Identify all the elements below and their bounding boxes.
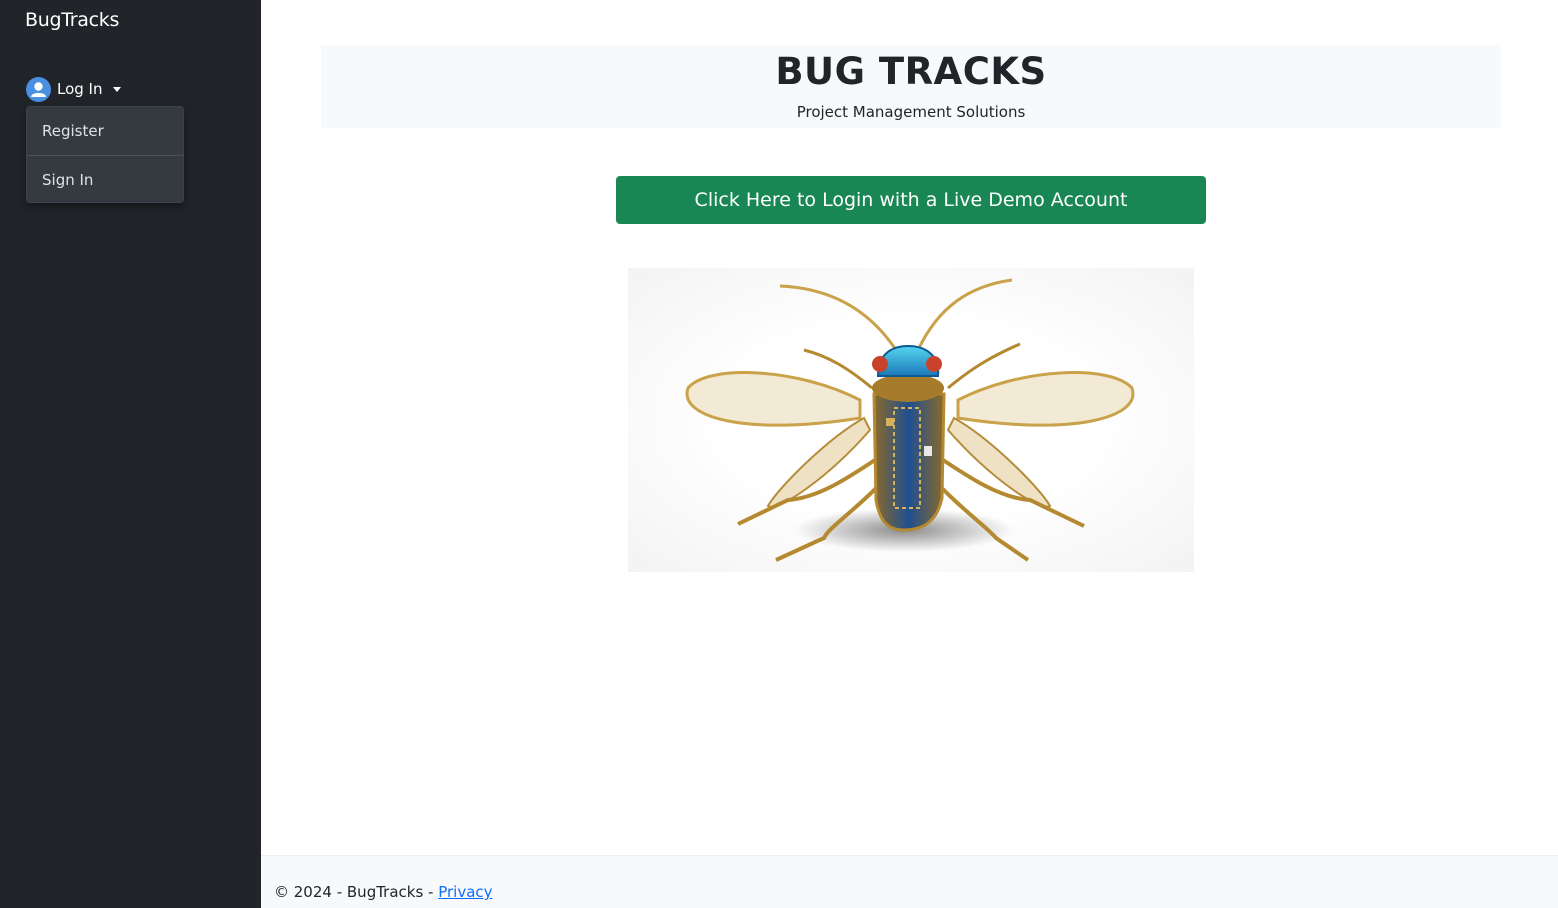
sidebar: BugTracks Log In Register Sign In <box>0 0 261 908</box>
brand-link[interactable]: BugTracks <box>25 9 119 31</box>
robot-bug-illustration <box>685 278 1135 562</box>
login-dropdown-toggle[interactable]: Log In <box>26 76 121 102</box>
login-dropdown-menu: Register Sign In <box>26 106 184 203</box>
page-title: BUG TRACKS <box>775 50 1047 93</box>
register-menu-item[interactable]: Register <box>27 107 183 155</box>
privacy-link[interactable]: Privacy <box>438 883 492 901</box>
page-subtitle: Project Management Solutions <box>796 103 1026 121</box>
hero-bug-image <box>628 268 1194 572</box>
app-root: BugTracks Log In Register Sign In BUG TR… <box>0 0 1558 908</box>
caret-down-icon <box>112 86 121 92</box>
sign-in-menu-item[interactable]: Sign In <box>27 156 183 204</box>
footer: © 2024 - BugTracks - Privacy <box>261 855 1558 908</box>
footer-text: © 2024 - BugTracks - Privacy <box>274 883 493 901</box>
user-avatar-icon <box>26 76 51 102</box>
demo-login-button[interactable]: Click Here to Login with a Live Demo Acc… <box>616 176 1206 224</box>
copyright-text: © 2024 - BugTracks - <box>274 883 439 901</box>
header-panel: BUG TRACKS Project Management Solutions <box>321 45 1501 128</box>
login-label: Log In <box>57 80 103 98</box>
